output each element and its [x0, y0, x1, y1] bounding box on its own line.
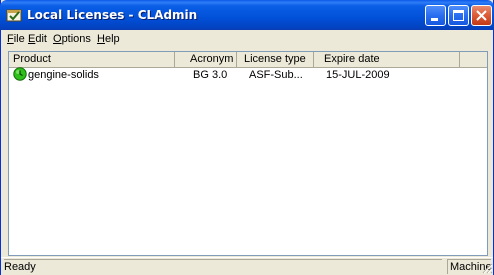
cell-license-type: ASF-Sub... [249, 69, 303, 81]
window-title: Local Licenses - CLAdmin [27, 8, 198, 22]
menu-bar: File Edit Options Help [1, 30, 493, 48]
column-header-empty [460, 52, 487, 67]
close-button[interactable] [471, 5, 492, 26]
column-header-acronym[interactable]: Acronym [175, 52, 237, 67]
title-bar[interactable]: Local Licenses - CLAdmin [0, 0, 494, 30]
cell-expire-date: 15-JUL-2009 [326, 69, 390, 81]
cell-product: gengine-solids [28, 69, 99, 81]
maximize-icon [453, 10, 464, 21]
column-header-product[interactable]: Product [9, 52, 175, 67]
minimize-icon [431, 18, 438, 21]
license-list[interactable]: Product Acronym License type Expire date… [8, 51, 488, 256]
maximize-button[interactable] [448, 5, 469, 26]
green-clock-icon [13, 67, 27, 81]
menu-help[interactable]: Help [97, 33, 120, 45]
status-bar: Ready Machine [1, 257, 493, 275]
minimize-button[interactable] [425, 5, 446, 26]
column-header-license-type[interactable]: License type [237, 52, 314, 67]
menu-edit[interactable]: Edit [28, 33, 47, 45]
main-window: Local Licenses - CLAdmin File Edit Optio… [0, 0, 494, 275]
menu-file[interactable]: File [7, 33, 25, 45]
status-text: Ready [4, 259, 442, 274]
table-row[interactable]: gengine-solids BG 3.0 ASF-Sub... 15-JUL-… [9, 67, 487, 82]
app-icon [6, 9, 22, 22]
close-icon [476, 10, 487, 21]
resize-grip-icon[interactable] [481, 262, 493, 274]
column-header-expire-date[interactable]: Expire date [314, 52, 460, 67]
menu-options[interactable]: Options [53, 33, 91, 45]
list-header: Product Acronym License type Expire date [9, 52, 487, 68]
cell-acronym: BG 3.0 [193, 69, 228, 81]
